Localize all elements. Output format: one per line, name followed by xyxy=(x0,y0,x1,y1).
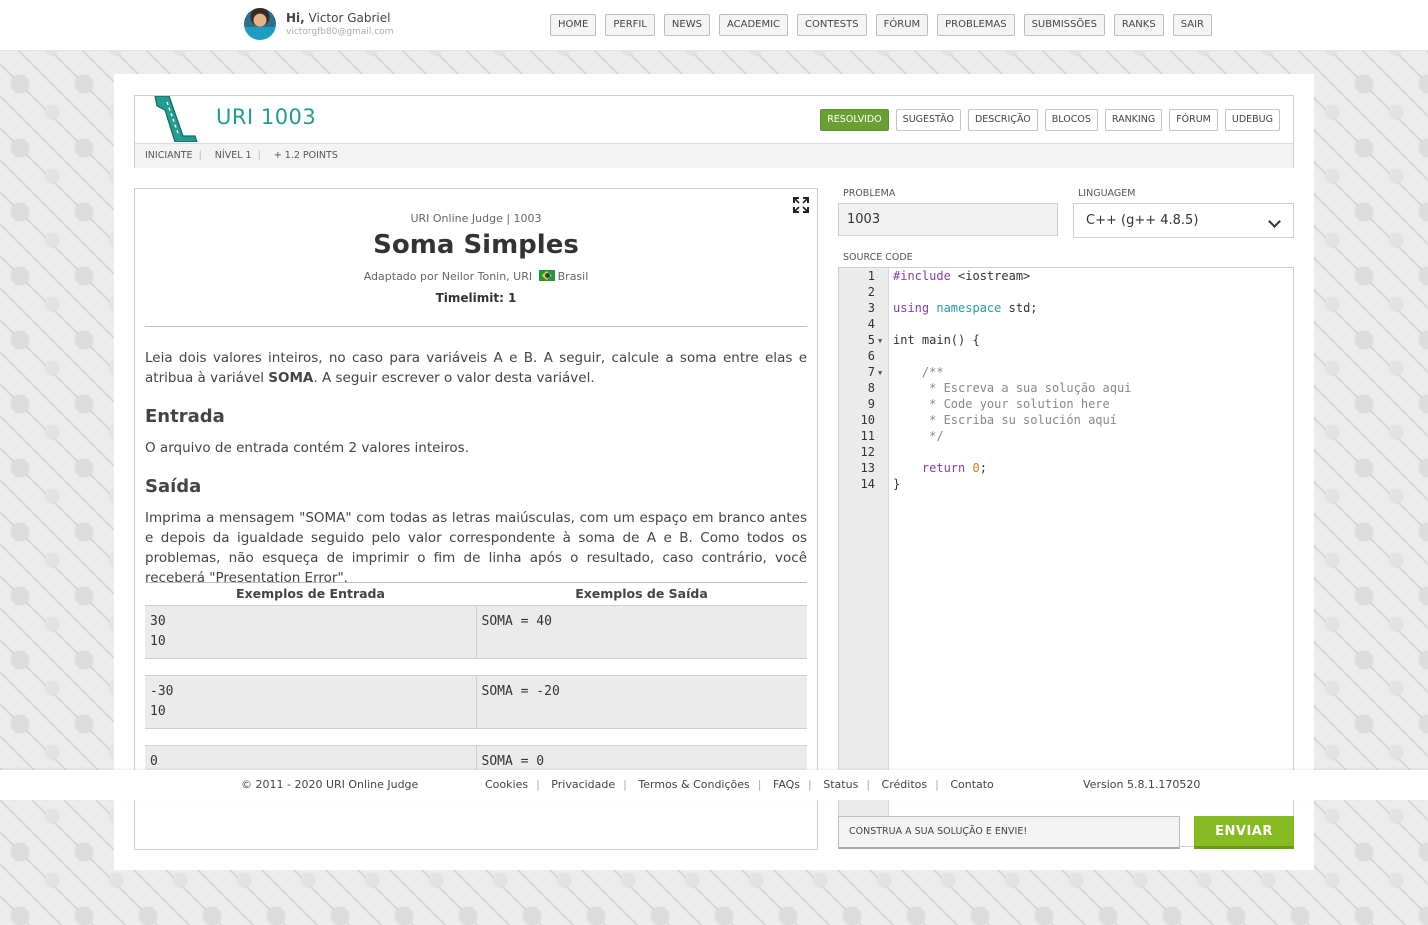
user-email: victorgfb80@gmail.com xyxy=(286,27,394,37)
problem-header: URI 1003 RESOLVIDO SUGESTÃO DESCRIÇÃO BL… xyxy=(134,95,1294,168)
footer-link-termos[interactable]: Termos & Condições xyxy=(638,778,749,791)
problem-label: PROBLEMA xyxy=(843,188,896,199)
problem-description[interactable]: URI Online Judge | 1003 Soma Simples Ada… xyxy=(134,188,818,850)
language-label: LINGUAGEM xyxy=(1078,188,1136,199)
tab-udebug[interactable]: UDEBUG xyxy=(1224,109,1280,131)
nav-sair[interactable]: SAIR xyxy=(1172,14,1212,36)
fold-arrow-icon[interactable]: ▼ xyxy=(878,333,882,349)
example-input: 30 10 xyxy=(150,614,166,649)
nav-perfil[interactable]: PERFIL xyxy=(605,14,655,36)
user-name: Hi, Victor Gabriel xyxy=(286,11,391,25)
footer: © 2011 - 2020 URI Online Judge Cookies | … xyxy=(0,770,1428,800)
tab-blocos[interactable]: BLOCOS xyxy=(1044,109,1098,131)
nav-submissoes[interactable]: SUBMISSÕES xyxy=(1023,14,1105,36)
version-label: Version 5.8.1.170520 xyxy=(1083,778,1201,791)
nav-ranks[interactable]: RANKS xyxy=(1113,14,1164,36)
problem-points: + 1.2 POINTS xyxy=(273,150,338,161)
footer-links: Cookies | Privacidade | Termos & Condições… xyxy=(485,778,994,791)
tab-ranking[interactable]: RANKING xyxy=(1104,109,1163,131)
send-button[interactable]: ENVIAR xyxy=(1194,816,1294,849)
main-nav: HOME PERFIL NEWS ACADEMIC CONTESTS FÓRUM… xyxy=(550,14,1212,36)
nav-news[interactable]: NEWS xyxy=(663,14,710,36)
example-output: SOMA = 40 xyxy=(475,606,808,658)
avatar[interactable] xyxy=(244,8,276,40)
footer-link-faqs[interactable]: FAQs xyxy=(773,778,800,791)
problem-input[interactable]: 1003 xyxy=(838,203,1058,236)
code-editor[interactable]: 1 #include <iostream> 2 3 using namespace … xyxy=(838,267,1294,847)
brazil-flag-icon xyxy=(538,270,555,281)
footer-link-cookies[interactable]: Cookies xyxy=(485,778,528,791)
problem-intro: Leia dois valores inteiros, no caso para… xyxy=(145,350,807,386)
top-header: Hi, Victor Gabriel victorgfb80@gmail.com… xyxy=(0,0,1428,51)
source-code-label: SOURCE CODE xyxy=(843,252,913,263)
tab-resolvido[interactable]: RESOLVIDO xyxy=(820,109,889,131)
nav-academic[interactable]: ACADEMIC xyxy=(718,14,789,36)
divider xyxy=(145,326,807,327)
expand-icon[interactable] xyxy=(793,197,809,213)
examples-input-header: Exemplos de Entrada xyxy=(236,586,385,601)
tab-sugestao[interactable]: SUGESTÃO xyxy=(895,109,961,131)
footer-link-status[interactable]: Status xyxy=(823,778,858,791)
chevron-down-icon xyxy=(1268,215,1281,228)
timelimit: Timelimit: 1 xyxy=(435,291,517,305)
example-input: -30 10 xyxy=(150,684,174,719)
judge-label: URI Online Judge | 1003 xyxy=(410,212,542,225)
main-card: URI 1003 RESOLVIDO SUGESTÃO DESCRIÇÃO BL… xyxy=(114,74,1314,870)
tab-forum[interactable]: FÓRUM xyxy=(1169,109,1218,131)
input-title: Entrada xyxy=(145,406,225,427)
language-value: C++ (g++ 4.8.5) xyxy=(1086,213,1199,228)
problem-meta: INICIANTE | NÍVEL 1 | + 1.2 POINTS xyxy=(135,143,1293,168)
nav-forum[interactable]: FÓRUM xyxy=(875,14,929,36)
problem-category: INICIANTE xyxy=(145,150,193,161)
copyright: © 2011 - 2020 URI Online Judge xyxy=(241,778,419,791)
adapted-by: Adaptado por Neilor Tonin, URI Brasil xyxy=(363,270,589,283)
examples-header: Exemplos de Entrada Exemplos de Saída xyxy=(145,582,807,605)
examples-output-header: Exemplos de Saída xyxy=(575,586,708,601)
problem-title: URI 1003 xyxy=(216,105,317,129)
output-title: Saída xyxy=(145,476,202,497)
example-row: 30 10 SOMA = 40 xyxy=(145,605,807,659)
nav-problemas[interactable]: PROBLEMAS xyxy=(937,14,1015,36)
example-row: -30 10 SOMA = -20 xyxy=(145,675,807,729)
language-select[interactable]: C++ (g++ 4.8.5) xyxy=(1073,203,1294,238)
fold-arrow-icon[interactable]: ▼ xyxy=(878,365,882,381)
submit-message-field[interactable]: CONSTRUA A SUA SOLUÇÃO E ENVIE! xyxy=(838,816,1180,849)
tab-descricao[interactable]: DESCRIÇÃO xyxy=(967,109,1038,131)
footer-link-contato[interactable]: Contato xyxy=(950,778,993,791)
nav-contests[interactable]: CONTESTS xyxy=(797,14,867,36)
footer-link-creditos[interactable]: Créditos xyxy=(882,778,928,791)
example-output: SOMA = -20 xyxy=(475,676,808,728)
footer-link-privacidade[interactable]: Privacidade xyxy=(551,778,615,791)
description-title: Soma Simples xyxy=(373,230,579,260)
category-logo-icon xyxy=(154,96,198,142)
nav-home[interactable]: HOME xyxy=(550,14,597,36)
output-text: Imprima a mensagem "SOMA" com todas as l… xyxy=(145,510,807,586)
input-text: O arquivo de entrada contém 2 valores in… xyxy=(145,440,470,456)
problem-tabs: RESOLVIDO SUGESTÃO DESCRIÇÃO BLOCOS RANK… xyxy=(820,109,1280,131)
problem-level: NÍVEL 1 xyxy=(214,150,252,161)
